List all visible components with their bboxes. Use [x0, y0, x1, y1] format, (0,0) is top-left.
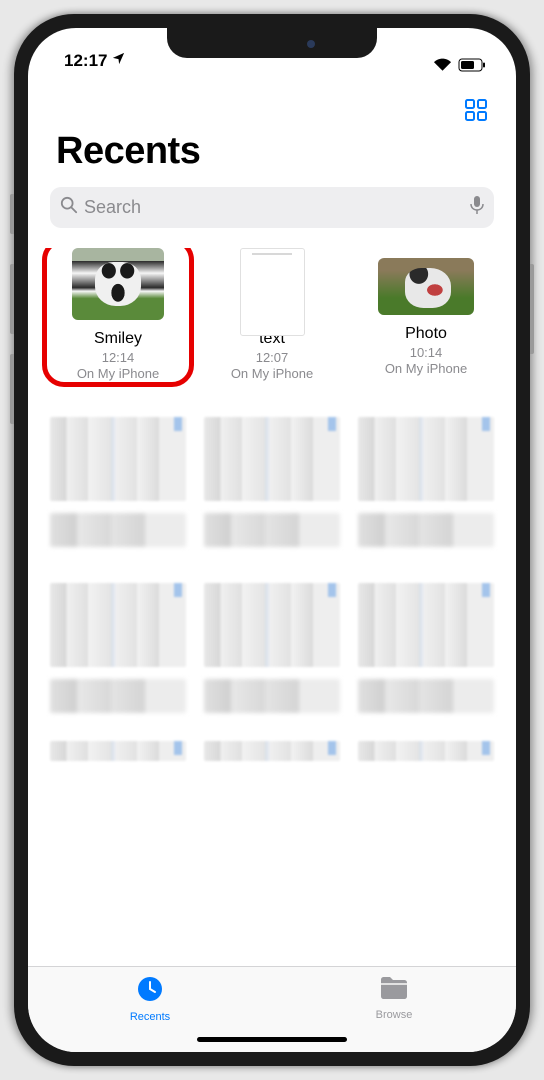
tab-label: Recents: [130, 1011, 170, 1023]
location-icon: [111, 51, 126, 71]
file-grid: Smiley 12:14 On My iPhone text 12:07 On …: [28, 248, 516, 966]
screen: 12:17 Recents: [28, 28, 516, 1052]
blurred-text: [204, 679, 340, 713]
file-thumbnail: [240, 248, 305, 336]
blurred-thumbnail: [50, 741, 186, 761]
blurred-thumbnail: [50, 583, 186, 667]
search-input[interactable]: [84, 197, 464, 218]
file-thumbnail: [72, 248, 164, 320]
header: Recents: [28, 130, 516, 187]
file-location: On My iPhone: [385, 361, 467, 376]
dictation-icon[interactable]: [470, 195, 484, 220]
search-field[interactable]: [50, 187, 494, 228]
folder-icon: [379, 975, 409, 1006]
file-time: 12:14: [102, 350, 135, 365]
view-toggle-button[interactable]: [464, 98, 488, 122]
file-location: On My iPhone: [77, 366, 159, 381]
file-name: Photo: [405, 325, 447, 343]
clock-icon: [136, 975, 164, 1008]
blurred-text: [204, 513, 340, 547]
file-location: On My iPhone: [231, 366, 313, 381]
blurred-text: [358, 679, 494, 713]
blurred-text: [50, 679, 186, 713]
blurred-thumbnail: [204, 583, 340, 667]
blurred-thumbnail: [358, 417, 494, 501]
file-time: 12:07: [256, 350, 289, 365]
wifi-icon: [433, 58, 452, 72]
blurred-thumbnail: [50, 417, 186, 501]
file-item-photo[interactable]: Photo 10:14 On My iPhone: [358, 248, 494, 381]
search-icon: [60, 196, 78, 219]
blurred-thumbnail: [358, 583, 494, 667]
status-time: 12:17: [64, 51, 107, 71]
home-indicator[interactable]: [197, 1037, 347, 1042]
file-thumbnail: [378, 258, 474, 315]
tab-label: Browse: [376, 1009, 413, 1021]
blurred-row: [50, 741, 494, 761]
blurred-thumbnail: [204, 417, 340, 501]
notch: [167, 28, 377, 58]
blurred-thumbnail: [358, 741, 494, 761]
file-time: 10:14: [410, 345, 443, 360]
page-title: Recents: [56, 130, 488, 173]
blurred-labels: [50, 679, 494, 713]
blurred-row: [50, 417, 494, 501]
blurred-thumbnail: [204, 741, 340, 761]
blurred-row: [50, 583, 494, 667]
blurred-text: [358, 513, 494, 547]
device-frame: 12:17 Recents: [14, 14, 530, 1066]
blurred-labels: [50, 513, 494, 547]
toolbar: [28, 76, 516, 130]
file-item-smiley[interactable]: Smiley 12:14 On My iPhone: [50, 248, 186, 381]
file-name: Smiley: [94, 330, 142, 348]
blurred-text: [50, 513, 186, 547]
battery-icon: [458, 58, 486, 72]
file-item-text[interactable]: text 12:07 On My iPhone: [204, 248, 340, 381]
